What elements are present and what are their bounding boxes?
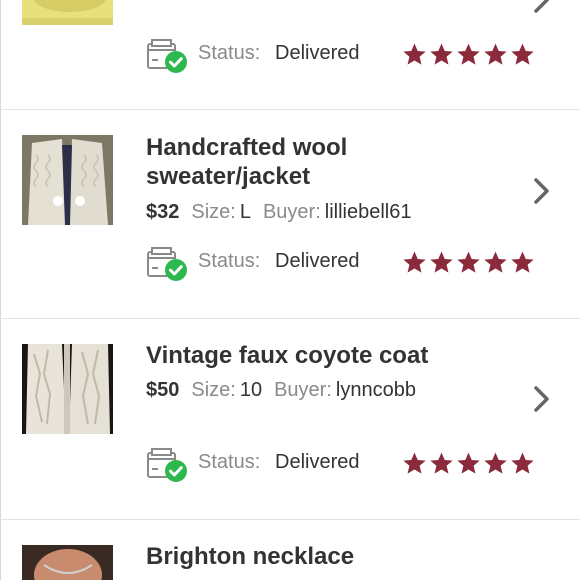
product-title-line: Vintage faux coyote coat (146, 342, 429, 369)
status-value: Delivered (275, 451, 360, 473)
order-status: Status: Delivered (146, 447, 396, 481)
star-icon (402, 451, 427, 476)
chevron-right-icon[interactable] (532, 177, 552, 205)
product-thumbnail[interactable] (22, 135, 113, 225)
size-value: 10 (239, 379, 263, 401)
star-icon (402, 42, 427, 67)
star-icon (510, 42, 535, 67)
status-label: Status: (198, 451, 261, 473)
buyer-username[interactable]: lynncobb (336, 379, 416, 401)
star-icon (429, 451, 454, 476)
product-thumbnail[interactable] (22, 545, 113, 580)
status-label: Status: (198, 42, 261, 64)
star-rating (402, 250, 537, 276)
order-meta: $32 Size: L Buyer: lilliebell61 (146, 200, 412, 224)
price: $50 (146, 379, 180, 401)
star-rating (402, 451, 537, 477)
star-icon (483, 250, 508, 275)
star-icon (510, 451, 535, 476)
package-delivered-icon (146, 38, 188, 74)
star-icon (483, 451, 508, 476)
order-status: Status: Delivered (146, 246, 396, 280)
size-label: Size: (191, 201, 236, 223)
product-title[interactable]: Handcrafted wool sweater/jacket (146, 133, 347, 191)
row-divider (0, 109, 580, 110)
buyer-label: Buyer: (262, 201, 321, 223)
buyer-label: Buyer: (274, 379, 332, 401)
star-rating (402, 42, 537, 68)
product-thumbnail[interactable] (22, 344, 113, 434)
status-value: Delivered (275, 42, 360, 64)
size-label: Size: (191, 379, 236, 401)
product-title-line: sweater/jacket (146, 163, 311, 190)
product-title-line: Handcrafted wool (146, 134, 348, 161)
star-icon (483, 42, 508, 67)
product-title-line: Brighton necklace (146, 543, 355, 570)
product-title[interactable]: Brighton necklace (146, 542, 354, 571)
star-icon (429, 250, 454, 275)
buyer-username[interactable]: lilliebell61 (325, 201, 412, 223)
price: $32 (146, 201, 180, 223)
chevron-right-icon[interactable] (532, 385, 552, 413)
star-icon (402, 250, 427, 275)
order-status: Status: Delivered (146, 38, 396, 72)
row-divider (0, 318, 580, 319)
product-thumbnail[interactable] (22, 0, 113, 25)
size-value: L (239, 201, 251, 223)
star-icon (456, 250, 481, 275)
product-title[interactable]: Vintage faux coyote coat (146, 341, 428, 370)
package-delivered-icon (146, 246, 188, 282)
star-icon (429, 42, 454, 67)
star-icon (456, 42, 481, 67)
row-divider (0, 519, 580, 520)
screen-left-border (0, 0, 1, 580)
chevron-right-icon[interactable] (532, 0, 552, 14)
star-icon (456, 451, 481, 476)
status-value: Delivered (275, 250, 360, 272)
status-label: Status: (198, 250, 261, 272)
star-icon (510, 250, 535, 275)
order-meta: $50 Size: 10 Buyer: lynncobb (146, 378, 416, 402)
package-delivered-icon (146, 447, 188, 483)
